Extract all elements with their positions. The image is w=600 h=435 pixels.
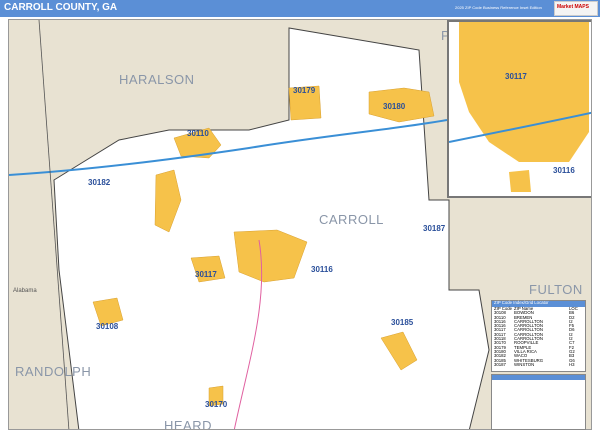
map-key: [491, 374, 586, 430]
zip-label: 30116: [311, 265, 333, 274]
edition-label: 2025 ZIP Code Business Reference Inset E…: [455, 5, 542, 10]
legend-row: 30187 WINSTON H3: [492, 361, 585, 367]
zip-label: 30179: [293, 86, 316, 95]
inset-zip-label: 30116: [553, 166, 575, 175]
legend-cell: 30187: [494, 361, 506, 367]
legend-cell: WINSTON: [514, 361, 535, 367]
state-label-alabama: Alabama: [13, 288, 37, 294]
zip-label: 30185: [391, 318, 414, 327]
zip-label: 30182: [88, 178, 111, 187]
county-label-carroll: CARROLL: [319, 212, 384, 227]
county-label-haralson: HARALSON: [119, 72, 195, 87]
zip-index-legend: ZIP Code Index/Grid Locator ZIP Code ZIP…: [491, 300, 586, 372]
zip-label: 30170: [205, 400, 228, 409]
zip-label: 30108: [96, 322, 119, 331]
county-label-fulton: FULTON: [529, 282, 583, 297]
zip-label: 30180: [383, 102, 406, 111]
zip-label: 30187: [423, 224, 446, 233]
publisher-logo: Market MAPS: [554, 1, 598, 16]
header-bar: CARROLL COUNTY, GA 2025 ZIP Code Busines…: [0, 0, 600, 17]
legend-cell: H3: [569, 361, 575, 367]
inset-map: 30117 30116: [447, 20, 591, 198]
county-label-heard: HEARD: [164, 418, 213, 430]
county-label-randolph: RANDOLPH: [15, 364, 92, 379]
zip-label: 30110: [187, 129, 209, 138]
inset-zip-label: 30117: [505, 72, 527, 81]
map-title: CARROLL COUNTY, GA: [4, 2, 118, 13]
zip-label: 30117: [195, 270, 217, 279]
